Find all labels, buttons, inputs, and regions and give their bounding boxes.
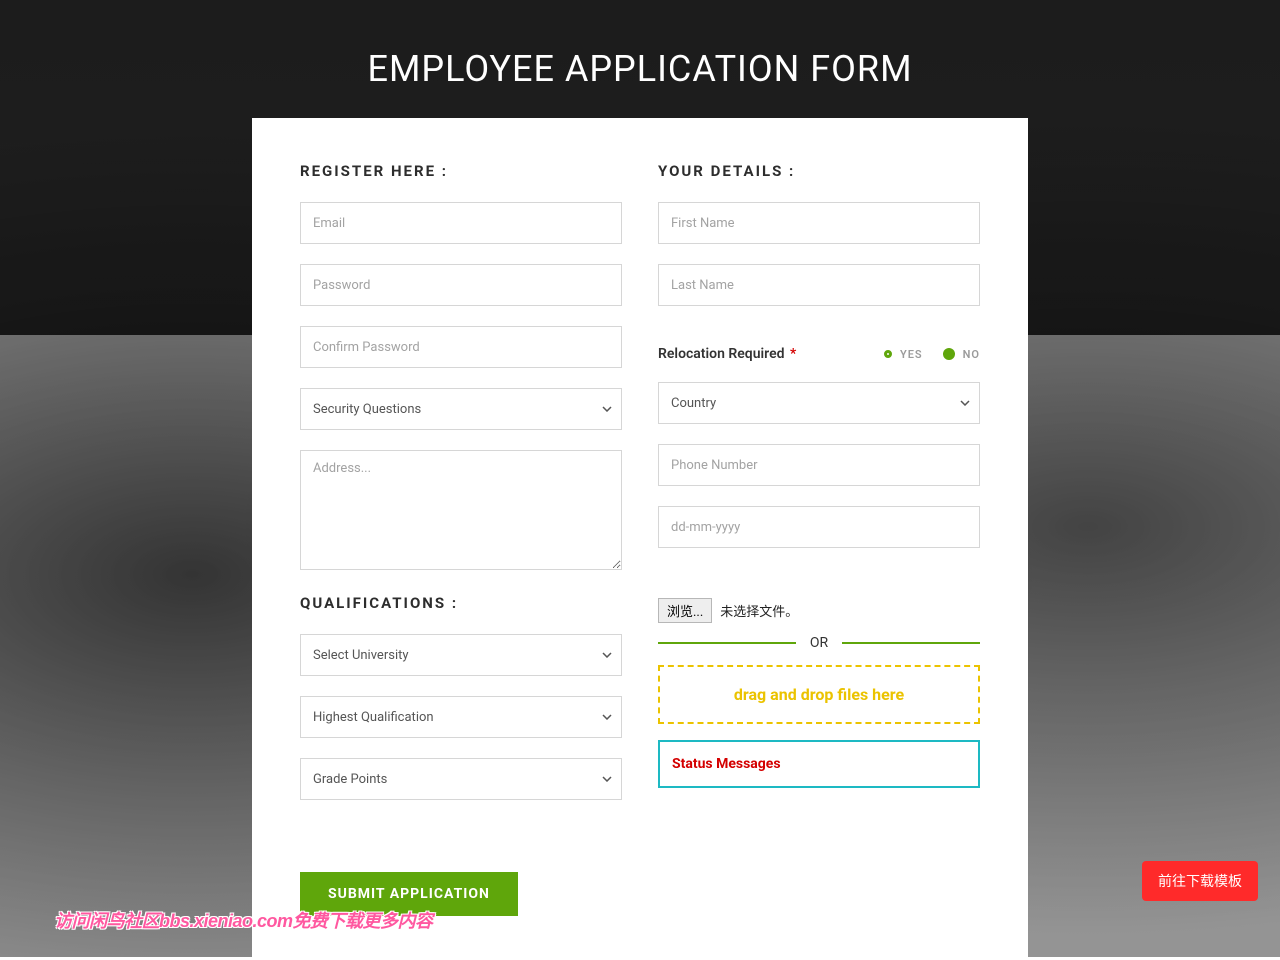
relocation-yes-label: YES [900,348,923,361]
page-title: EMPLOYEE APPLICATION FORM [0,0,1280,118]
right-column: YOUR DETAILS : Relocation Required * YES… [658,162,980,916]
last-name-input[interactable] [658,264,980,306]
address-textarea[interactable] [300,450,622,570]
password-input[interactable] [300,264,622,306]
status-messages-box: Status Messages [658,740,980,788]
relocation-no-label: NO [963,348,980,361]
relocation-radio-group: YES NO [884,348,980,361]
file-picker-row: 浏览... 未选择文件。 [658,598,980,623]
left-column: REGISTER HERE : Security Questions QUALI… [300,162,622,916]
relocation-no-option[interactable]: NO [943,348,980,361]
grade-points-select[interactable]: Grade Points [300,758,622,800]
file-status-text: 未选择文件。 [720,601,798,620]
first-name-input[interactable] [658,202,980,244]
separator-line-right [842,642,980,644]
university-select[interactable]: Select University [300,634,622,676]
separator-line-left [658,642,796,644]
relocation-row: Relocation Required * YES NO [658,346,980,362]
highest-qualification-select[interactable]: Highest Qualification [300,696,622,738]
file-dropzone[interactable]: drag and drop files here [658,665,980,724]
watermark-text: 访问闲鸟社区bbs.xieniao.com免费下载更多内容 [54,907,433,933]
form-card: REGISTER HERE : Security Questions QUALI… [252,118,1028,960]
qualifications-heading: QUALIFICATIONS : [300,594,622,612]
radio-checked-icon [943,348,955,360]
email-input[interactable] [300,202,622,244]
details-heading: YOUR DETAILS : [658,162,980,180]
or-label: OR [810,635,828,651]
download-template-button[interactable]: 前往下载模板 [1142,861,1258,901]
security-questions-select[interactable]: Security Questions [300,388,622,430]
relocation-yes-option[interactable]: YES [884,348,923,361]
relocation-label: Relocation Required * [658,346,796,362]
browse-button[interactable]: 浏览... [658,598,712,623]
required-asterisk: * [790,346,796,362]
phone-input[interactable] [658,444,980,486]
confirm-password-input[interactable] [300,326,622,368]
radio-unchecked-icon [884,350,892,358]
date-input[interactable] [658,506,980,548]
or-separator: OR [658,635,980,651]
register-heading: REGISTER HERE : [300,162,622,180]
country-select[interactable]: Country [658,382,980,424]
